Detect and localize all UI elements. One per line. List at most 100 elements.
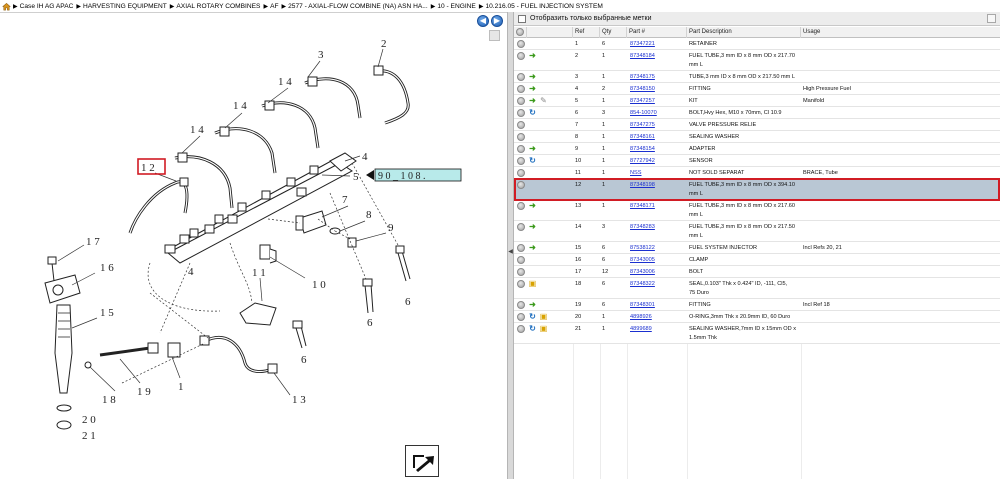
green-arrow-icon[interactable]: ➜	[528, 97, 537, 105]
table-row[interactable]: 7 1 87347275 VALVE PRESSURE RELIE	[514, 119, 1000, 131]
blue-swap-icon[interactable]: ↻	[528, 325, 537, 333]
breadcrumb-item-brand[interactable]: Case IH AG APAC	[20, 3, 74, 10]
green-arrow-icon[interactable]: ➜	[528, 223, 537, 231]
table-row[interactable]: ↻ 10 1 87727942 SENSOR	[514, 155, 1000, 167]
table-row[interactable]: ↻ ▣ 20 1 4898926 O-RING,3mm Thk x 20.9mm ID, …	[514, 311, 1000, 323]
callout-10[interactable]: 1 0	[312, 279, 326, 291]
table-row[interactable]: ➜ ✎ 5 1 87347257 KIT Manifold	[514, 95, 1000, 107]
row-select-icon[interactable]	[517, 97, 525, 105]
green-arrow-icon[interactable]: ➜	[528, 202, 537, 210]
row-select-icon[interactable]	[517, 244, 525, 252]
table-row[interactable]: 16 6 87343005 CLAMP	[514, 254, 1000, 266]
row-part-number-link[interactable]: 87347221	[630, 40, 686, 48]
callout-13[interactable]: 1 3	[292, 394, 306, 406]
row-part-number-link[interactable]: 87347275	[630, 121, 686, 129]
panel-menu-button[interactable]	[987, 14, 996, 23]
row-part-number-link[interactable]: 87538122	[630, 244, 686, 252]
table-row[interactable]: ➜ 4 2 87348150 FITTING High Pressure Fuel	[514, 83, 1000, 95]
row-select-icon[interactable]	[517, 313, 525, 321]
breadcrumb-item-section[interactable]: 10 - ENGINE	[437, 3, 475, 10]
row-part-number-link[interactable]: 4899689	[630, 325, 686, 333]
callout-14[interactable]: 1 4	[233, 100, 247, 112]
row-part-number-link[interactable]: 87347257	[630, 97, 686, 105]
callout-19[interactable]: 1 9	[137, 386, 151, 398]
row-select-icon[interactable]	[517, 157, 525, 165]
table-row[interactable]: ↻ ▣ 21 1 4899689 SEALING WASHER,7mm ID x 15mm…	[514, 323, 1000, 344]
header-part-number[interactable]: Part #	[627, 27, 687, 38]
row-select-icon[interactable]	[517, 301, 525, 309]
yellow-box-icon[interactable]: ▣	[539, 325, 548, 333]
callout-12[interactable]: 1 2	[141, 162, 155, 174]
wrench-icon[interactable]: ✎	[539, 97, 548, 105]
row-select-icon[interactable]	[517, 145, 525, 153]
row-select-icon[interactable]	[517, 133, 525, 141]
next-diagram-button[interactable]: ▶	[491, 15, 503, 27]
row-part-number-link[interactable]: 87348283	[630, 223, 686, 231]
table-row[interactable]: ➜ 3 1 87348175 TUBE,3 mm ID x 8 mm OD x 217.…	[514, 71, 1000, 83]
callout-6[interactable]: 6	[367, 317, 373, 329]
table-row[interactable]: ➜ 19 6 87348301 FITTING Incl Ref 18	[514, 299, 1000, 311]
green-arrow-icon[interactable]: ➜	[528, 85, 537, 93]
table-row[interactable]: 8 1 87348161 SEALING WASHER	[514, 131, 1000, 143]
callout-14[interactable]: 1 4	[190, 124, 204, 136]
blue-swap-icon[interactable]: ↻	[528, 157, 537, 165]
breadcrumb-item-model[interactable]: 2577 - AXIAL-FLOW COMBINE (NA) ASN HA...	[288, 3, 428, 10]
table-row[interactable]: 12 1 87348198 FUEL TUBE,3 mm ID x 8 mm OD x…	[514, 179, 1000, 200]
table-row[interactable]: ➜ 14 3 87348283 FUEL TUBE,3 mm ID x 8 mm OD …	[514, 221, 1000, 242]
row-select-icon[interactable]	[517, 181, 525, 189]
table-row[interactable]: ➜ 2 1 87348184 FUEL TUBE,3 mm ID x 8 mm OD x…	[514, 50, 1000, 71]
row-part-number-link[interactable]: 87348175	[630, 73, 686, 81]
header-ref[interactable]: Ref	[573, 27, 600, 38]
callout-4[interactable]: 4	[362, 151, 368, 163]
callout-11[interactable]: 1 1	[252, 267, 266, 279]
row-select-icon[interactable]	[517, 325, 525, 333]
blue-swap-icon[interactable]: ↻	[528, 313, 537, 321]
table-row[interactable]: ➜ 13 1 87348171 FUEL TUBE,3 mm ID x 8 mm OD …	[514, 200, 1000, 221]
callout-7[interactable]: 7	[342, 194, 348, 206]
breadcrumb-item-product-line[interactable]: AXIAL ROTARY COMBINES	[176, 3, 260, 10]
breadcrumb-item-series[interactable]: AF	[270, 3, 278, 10]
row-select-icon[interactable]	[517, 268, 525, 276]
header-select-all[interactable]	[514, 27, 527, 38]
table-row[interactable]: ▣ 18 6 87348322 SEAL,0.103" Thk x 0.424" ID,…	[514, 278, 1000, 299]
row-part-number-link[interactable]: 87348161	[630, 133, 686, 141]
callout-4[interactable]: 4	[188, 266, 194, 278]
callout-21[interactable]: 2 1	[82, 430, 96, 442]
callout-18[interactable]: 1 8	[102, 394, 116, 406]
callout-16[interactable]: 1 6	[100, 262, 114, 274]
callout-1[interactable]: 1	[178, 381, 184, 393]
row-part-number-link[interactable]: 87727942	[630, 157, 686, 165]
row-select-icon[interactable]	[517, 121, 525, 129]
yellow-box-icon[interactable]: ▣	[528, 280, 537, 288]
row-select-icon[interactable]	[517, 169, 525, 177]
previous-diagram-button[interactable]: ◀	[477, 15, 489, 27]
callout-8[interactable]: 8	[366, 209, 372, 221]
export-diagram-button[interactable]	[405, 445, 439, 477]
row-part-number-link[interactable]: 87343006	[630, 268, 686, 276]
green-arrow-icon[interactable]: ➜	[528, 244, 537, 252]
green-arrow-icon[interactable]: ➜	[528, 145, 537, 153]
row-select-icon[interactable]	[517, 256, 525, 264]
row-part-number-link[interactable]: 87343005	[630, 256, 686, 264]
row-select-icon[interactable]	[517, 280, 525, 288]
callout-2[interactable]: 2	[381, 38, 387, 50]
row-part-number-link[interactable]: 87348301	[630, 301, 686, 309]
row-part-number-link[interactable]: 87348198	[630, 181, 686, 189]
row-part-number-link[interactable]: 87348184	[630, 52, 686, 60]
panel-splitter[interactable]: ◀	[507, 12, 514, 479]
row-part-number-link[interactable]: 854-10070	[630, 109, 686, 117]
row-part-number-link[interactable]: NSS	[630, 169, 686, 177]
header-usage[interactable]: Usage	[801, 27, 1000, 38]
row-select-icon[interactable]	[517, 202, 525, 210]
blue-swap-icon[interactable]: ↻	[528, 109, 537, 117]
callout-6[interactable]: 6	[405, 296, 411, 308]
header-qty[interactable]: Qty	[600, 27, 627, 38]
breadcrumb-item-category[interactable]: HARVESTING EQUIPMENT	[83, 3, 167, 10]
row-part-number-link[interactable]: 87348171	[630, 202, 686, 210]
callout-14[interactable]: 1 4	[278, 76, 292, 88]
table-row[interactable]: 11 1 NSS NOT SOLD SEPARAT BRACE, Tube	[514, 167, 1000, 179]
green-arrow-icon[interactable]: ➜	[528, 301, 537, 309]
row-select-icon[interactable]	[517, 109, 525, 117]
callout-20[interactable]: 2 0	[82, 414, 96, 426]
row-part-number-link[interactable]: 87348322	[630, 280, 686, 288]
